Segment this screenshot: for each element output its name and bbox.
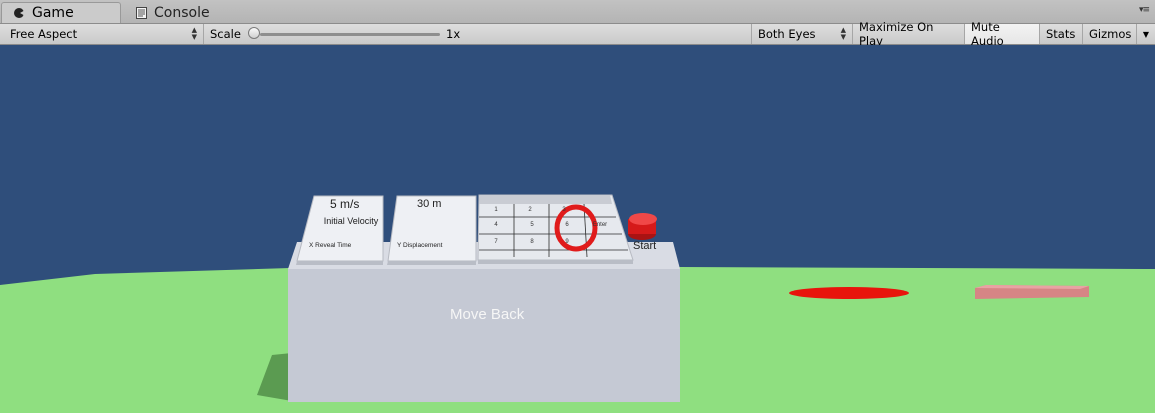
keypad-key-5[interactable]: 5 [526, 222, 538, 228]
mute-audio-toggle[interactable]: Mute Audio [965, 20, 1040, 48]
scale-slider-thumb[interactable] [248, 27, 260, 39]
move-back-label[interactable]: Move Back [450, 306, 524, 323]
scale-value: 1x [446, 27, 461, 41]
gizmos-label: Gizmos [1089, 27, 1132, 41]
move-back-box [288, 269, 680, 402]
game-controller-icon [12, 7, 26, 19]
aspect-dropdown[interactable]: Free Aspect ▲ ▼ [4, 24, 204, 44]
keypad-key-6[interactable]: 6 [561, 222, 573, 228]
keypad-key-3[interactable]: 3 [558, 207, 570, 213]
tab-console-label: Console [154, 4, 210, 21]
updown-arrows-icon: ▲ ▼ [840, 26, 846, 41]
displacement-value: 30 m [417, 198, 442, 210]
tab-game-label: Game [32, 5, 74, 21]
gizmos-toggle[interactable]: Gizmos [1083, 24, 1137, 44]
start-label[interactable]: Start [633, 240, 656, 252]
scale-label: Scale [210, 27, 241, 41]
keypad-key-8[interactable]: 8 [526, 239, 538, 245]
maximize-on-play-label: Maximize On Play [859, 20, 934, 48]
keypad-key-enter[interactable]: Enter [587, 222, 613, 228]
velocity-value: 5 m/s [330, 197, 360, 211]
keypad-key-2[interactable]: 2 [524, 207, 536, 213]
scale-control: Scale 1x [204, 24, 752, 44]
y-displacement-label: Y Displacement [397, 242, 443, 249]
game-view-toolbar: Free Aspect ▲ ▼ Scale 1x Both Eyes ▲ ▼ Max… [0, 20, 1155, 48]
tab-game[interactable]: Game [1, 2, 121, 23]
velocity-label: Initial Velocity [323, 216, 379, 226]
keypad-key-4[interactable]: 4 [490, 222, 502, 228]
maximize-on-play-toggle[interactable]: Maximize On Play [853, 20, 965, 48]
console-icon [134, 6, 148, 19]
red-target-disc [789, 287, 909, 299]
keypad-key-7[interactable]: 7 [490, 239, 502, 245]
window-menu-icon[interactable]: ▾≡ [1139, 5, 1150, 15]
updown-arrows-icon: ▲ ▼ [191, 26, 197, 41]
gizmos-dropdown-arrow-icon[interactable]: ▼ [1137, 24, 1155, 44]
keypad-key-1[interactable]: 1 [490, 207, 502, 213]
aspect-dropdown-value: Free Aspect [10, 27, 78, 41]
x-reveal-time-label: X Reveal Time [309, 242, 352, 249]
eyes-dropdown-value: Both Eyes [758, 27, 816, 41]
tab-console[interactable]: Console [124, 2, 234, 23]
scale-slider-track[interactable] [260, 33, 440, 36]
stats-toggle[interactable]: Stats [1040, 24, 1083, 44]
mute-audio-label: Mute Audio [971, 20, 1004, 48]
stats-label: Stats [1046, 27, 1076, 41]
game-viewport[interactable]: 5 m/s Initial Velocity X Reveal Time 30 … [0, 45, 1155, 413]
scene-render [0, 45, 1155, 413]
keypad-key-9[interactable]: 9 [561, 239, 573, 245]
eyes-dropdown[interactable]: Both Eyes ▲ ▼ [752, 24, 853, 44]
